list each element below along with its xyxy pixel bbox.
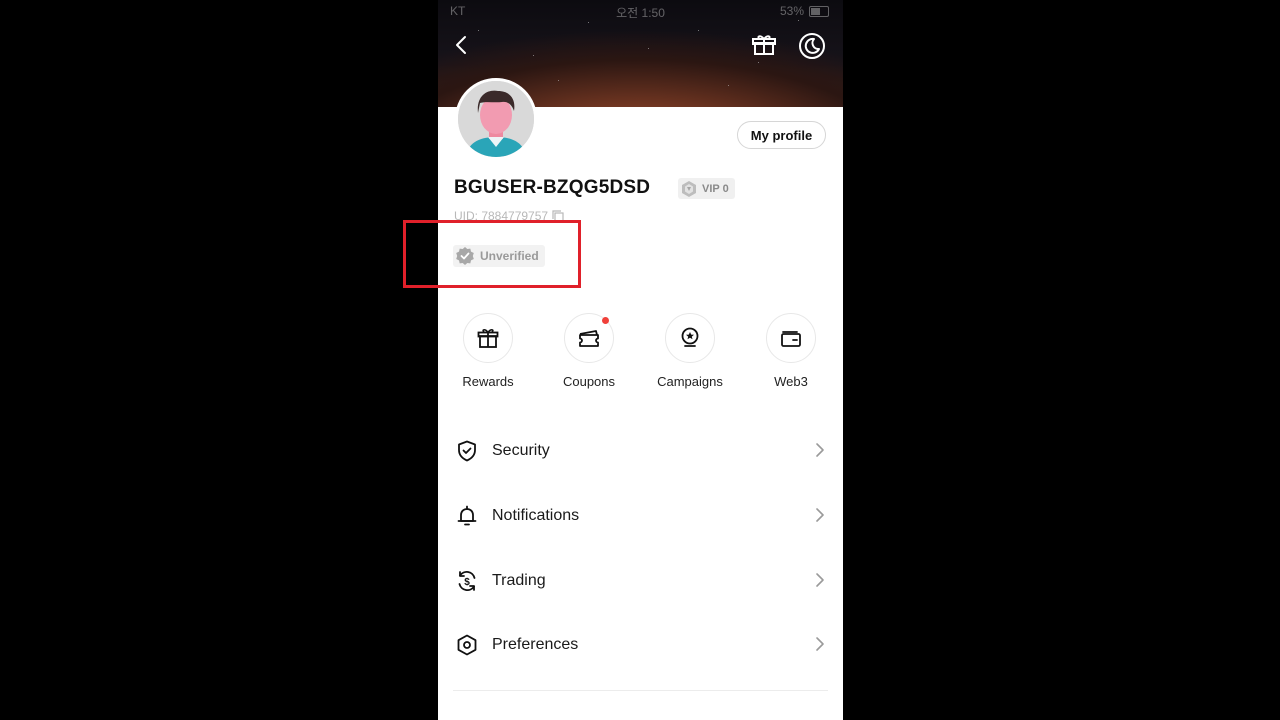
menu-item-label: Security [492, 442, 550, 459]
menu-item-label: Notifications [492, 507, 580, 524]
menu-item-trading[interactable]: $ Trading [438, 549, 843, 613]
status-bar: KT 오전 1:50 53% [438, 2, 843, 20]
back-button[interactable] [452, 33, 472, 62]
menu-item-preferences[interactable]: Preferences [438, 613, 843, 677]
coupon-icon [579, 330, 599, 347]
vip-hexagon-icon [682, 180, 696, 197]
phone-screen: KT 오전 1:50 53% My profile BGUSER-BZQG5DS… [438, 0, 843, 720]
svg-text:$: $ [464, 577, 470, 588]
my-profile-button[interactable]: My profile [737, 121, 826, 149]
shield-icon [458, 440, 476, 462]
wallet-icon [781, 331, 801, 347]
shortcut-web3[interactable]: Web3 [741, 313, 841, 389]
avatar[interactable] [455, 78, 537, 160]
menu-item-notifications[interactable]: Notifications [438, 484, 843, 548]
gift-button[interactable] [751, 32, 777, 63]
web3-icon-circle [766, 313, 816, 363]
menu-item-label: Preferences [492, 636, 579, 653]
hexagon-settings-icon [457, 634, 477, 656]
chevron-right-icon [816, 573, 824, 587]
menu-item-label: Trading [492, 572, 546, 589]
chevron-right-icon [816, 637, 824, 651]
shortcut-rewards[interactable]: Rewards [438, 313, 538, 389]
divider [453, 690, 828, 691]
username: BGUSER-BZQG5DSD [454, 177, 651, 198]
avatar-image [458, 81, 534, 157]
highlight-box [403, 220, 581, 288]
shortcut-campaigns[interactable]: Campaigns [640, 313, 740, 389]
menu-item-security[interactable]: Security [438, 419, 843, 483]
campaigns-icon-circle [665, 313, 715, 363]
shortcut-label: Campaigns [657, 374, 723, 389]
battery-icon [809, 5, 829, 17]
shortcut-label: Web3 [774, 374, 808, 389]
vip-label: VIP 0 [702, 182, 729, 195]
campaign-icon [681, 327, 699, 347]
coupons-icon-circle [564, 313, 614, 363]
moon-icon [799, 33, 825, 59]
chevron-right-icon [816, 508, 824, 522]
battery-percent: 53% [779, 4, 804, 18]
theme-toggle-button[interactable] [798, 32, 826, 65]
gift-icon [752, 35, 776, 55]
bell-icon [457, 505, 477, 526]
shortcut-coupons[interactable]: Coupons [539, 313, 639, 389]
battery-status: 53% [780, 4, 829, 18]
rewards-icon-circle [463, 313, 513, 363]
dollar-cycle-icon: $ [458, 571, 476, 591]
chevron-left-icon [456, 36, 466, 54]
vip-badge[interactable]: VIP 0 [678, 178, 735, 199]
shortcut-label: Coupons [562, 374, 616, 389]
chevron-right-icon [816, 443, 824, 457]
shortcut-label: Rewards [462, 374, 514, 389]
notification-dot [602, 317, 609, 324]
gift-icon [477, 329, 499, 348]
